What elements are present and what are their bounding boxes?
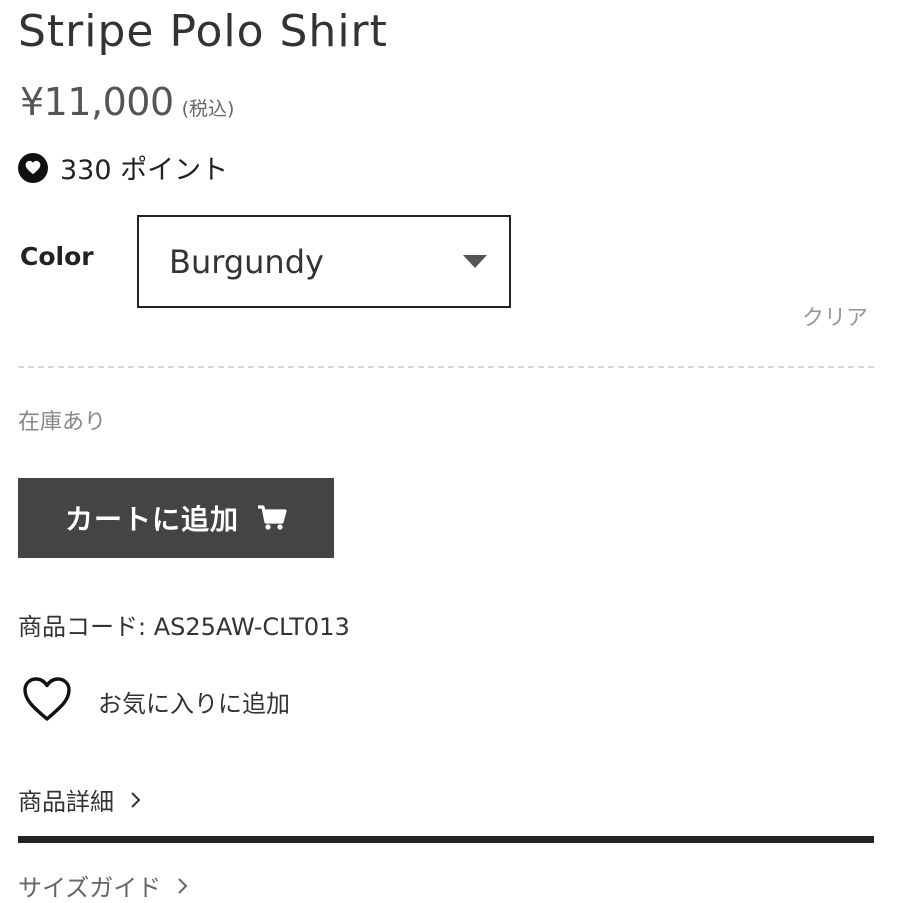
divider xyxy=(18,366,874,368)
size-guide-label: サイズガイド xyxy=(18,874,162,902)
product-code: 商品コード: AS25AW-CLT013 xyxy=(18,613,350,641)
color-select[interactable]: Burgundy xyxy=(137,215,511,308)
add-to-cart-label: カートに追加 xyxy=(64,503,239,536)
color-selected-value: Burgundy xyxy=(169,242,324,281)
product-details-link[interactable]: 商品詳細 xyxy=(18,782,142,817)
price-amount: ¥11,000 xyxy=(20,80,174,124)
tax-note: (税込) xyxy=(181,98,235,120)
color-label: Color xyxy=(20,242,94,271)
clear-link[interactable]: クリア xyxy=(802,300,868,332)
product-title: Stripe Polo Shirt xyxy=(18,6,388,57)
chevron-right-icon xyxy=(130,791,142,809)
add-to-cart-button[interactable]: カートに追加 xyxy=(18,478,334,558)
chevron-right-icon xyxy=(177,877,189,895)
heart-filled-icon xyxy=(18,152,48,183)
cart-icon xyxy=(257,505,287,531)
favorite-label: お気に入りに追加 xyxy=(98,689,290,718)
details-label: 商品詳細 xyxy=(18,788,114,816)
points-text: 330 ポイント xyxy=(60,155,229,186)
caret-down-icon xyxy=(463,254,487,269)
stock-status: 在庫あり xyxy=(18,410,107,435)
price-row: ¥11,000 (税込) xyxy=(20,80,234,124)
add-to-favorites-button[interactable]: お気に入りに追加 xyxy=(22,676,290,726)
heart-outline-icon xyxy=(22,676,72,726)
details-underline xyxy=(18,836,874,843)
points-row: 330 ポイント xyxy=(18,148,228,187)
size-guide-link[interactable]: サイズガイド xyxy=(18,868,189,903)
